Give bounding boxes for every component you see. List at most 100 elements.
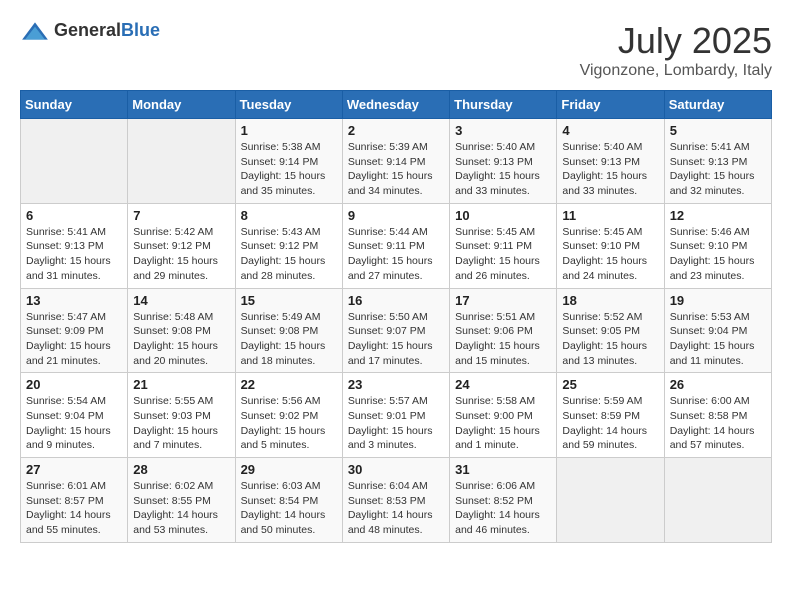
day-number: 20 xyxy=(26,377,122,392)
day-number: 4 xyxy=(562,123,658,138)
day-info: Sunrise: 5:50 AMSunset: 9:07 PMDaylight:… xyxy=(348,310,444,369)
calendar-cell: 2 Sunrise: 5:39 AMSunset: 9:14 PMDaylight… xyxy=(342,119,449,204)
day-number: 11 xyxy=(562,208,658,223)
calendar-cell: 25 Sunrise: 5:59 AMSunset: 8:59 PMDayligh… xyxy=(557,373,664,458)
day-info: Sunrise: 5:41 AMSunset: 9:13 PMDaylight:… xyxy=(670,140,766,199)
calendar-table: SundayMondayTuesdayWednesdayThursdayFrid… xyxy=(20,90,772,543)
calendar-week-4: 20 Sunrise: 5:54 AMSunset: 9:04 PMDayligh… xyxy=(21,373,772,458)
calendar-cell: 8 Sunrise: 5:43 AMSunset: 9:12 PMDaylight… xyxy=(235,203,342,288)
calendar-week-5: 27 Sunrise: 6:01 AMSunset: 8:57 PMDayligh… xyxy=(21,458,772,543)
day-number: 30 xyxy=(348,462,444,477)
calendar-cell: 22 Sunrise: 5:56 AMSunset: 9:02 PMDayligh… xyxy=(235,373,342,458)
day-info: Sunrise: 5:40 AMSunset: 9:13 PMDaylight:… xyxy=(562,140,658,199)
day-info: Sunrise: 5:55 AMSunset: 9:03 PMDaylight:… xyxy=(133,394,229,453)
calendar-cell: 1 Sunrise: 5:38 AMSunset: 9:14 PMDaylight… xyxy=(235,119,342,204)
day-number: 25 xyxy=(562,377,658,392)
calendar-cell: 11 Sunrise: 5:45 AMSunset: 9:10 PMDayligh… xyxy=(557,203,664,288)
day-info: Sunrise: 5:53 AMSunset: 9:04 PMDaylight:… xyxy=(670,310,766,369)
calendar-cell: 13 Sunrise: 5:47 AMSunset: 9:09 PMDayligh… xyxy=(21,288,128,373)
day-number: 18 xyxy=(562,293,658,308)
day-number: 12 xyxy=(670,208,766,223)
day-info: Sunrise: 5:42 AMSunset: 9:12 PMDaylight:… xyxy=(133,225,229,284)
calendar-cell: 6 Sunrise: 5:41 AMSunset: 9:13 PMDaylight… xyxy=(21,203,128,288)
calendar-header-row: SundayMondayTuesdayWednesdayThursdayFrid… xyxy=(21,91,772,119)
day-info: Sunrise: 5:56 AMSunset: 9:02 PMDaylight:… xyxy=(241,394,337,453)
day-number: 17 xyxy=(455,293,551,308)
logo-blue-text: Blue xyxy=(121,20,160,40)
calendar-cell: 23 Sunrise: 5:57 AMSunset: 9:01 PMDayligh… xyxy=(342,373,449,458)
weekday-header-thursday: Thursday xyxy=(450,91,557,119)
day-number: 29 xyxy=(241,462,337,477)
calendar-cell: 26Sunrise: 6:00 AMSunset: 8:58 PMDayligh… xyxy=(664,373,771,458)
calendar-week-1: 1 Sunrise: 5:38 AMSunset: 9:14 PMDaylight… xyxy=(21,119,772,204)
day-number: 3 xyxy=(455,123,551,138)
weekday-header-saturday: Saturday xyxy=(664,91,771,119)
day-number: 5 xyxy=(670,123,766,138)
day-info: Sunrise: 5:48 AMSunset: 9:08 PMDaylight:… xyxy=(133,310,229,369)
day-number: 28 xyxy=(133,462,229,477)
day-number: 19 xyxy=(670,293,766,308)
day-number: 7 xyxy=(133,208,229,223)
calendar-cell xyxy=(128,119,235,204)
weekday-header-sunday: Sunday xyxy=(21,91,128,119)
calendar-cell: 12Sunrise: 5:46 AMSunset: 9:10 PMDayligh… xyxy=(664,203,771,288)
calendar-cell: 3Sunrise: 5:40 AMSunset: 9:13 PMDaylight… xyxy=(450,119,557,204)
day-info: Sunrise: 5:44 AMSunset: 9:11 PMDaylight:… xyxy=(348,225,444,284)
day-info: Sunrise: 6:04 AMSunset: 8:53 PMDaylight:… xyxy=(348,479,444,538)
calendar-cell: 5 Sunrise: 5:41 AMSunset: 9:13 PMDaylight… xyxy=(664,119,771,204)
weekday-header-tuesday: Tuesday xyxy=(235,91,342,119)
calendar-cell: 4 Sunrise: 5:40 AMSunset: 9:13 PMDaylight… xyxy=(557,119,664,204)
calendar-cell xyxy=(21,119,128,204)
logo-general-text: General xyxy=(54,20,121,40)
calendar-cell: 20 Sunrise: 5:54 AMSunset: 9:04 PMDayligh… xyxy=(21,373,128,458)
day-number: 31 xyxy=(455,462,551,477)
calendar-cell: 10 Sunrise: 5:45 AMSunset: 9:11 PMDayligh… xyxy=(450,203,557,288)
logo: GeneralBlue xyxy=(20,20,160,41)
day-number: 27 xyxy=(26,462,122,477)
day-info: Sunrise: 5:59 AMSunset: 8:59 PMDaylight:… xyxy=(562,394,658,453)
day-number: 2 xyxy=(348,123,444,138)
day-info: Sunrise: 5:39 AMSunset: 9:14 PMDaylight:… xyxy=(348,140,444,199)
day-info: Sunrise: 6:03 AMSunset: 8:54 PMDaylight:… xyxy=(241,479,337,538)
day-info: Sunrise: 5:43 AMSunset: 9:12 PMDaylight:… xyxy=(241,225,337,284)
day-number: 8 xyxy=(241,208,337,223)
title-block: July 2025 Vigonzone, Lombardy, Italy xyxy=(580,20,772,80)
calendar-cell: 19 Sunrise: 5:53 AMSunset: 9:04 PMDayligh… xyxy=(664,288,771,373)
month-year-title: July 2025 xyxy=(580,20,772,62)
day-number: 10 xyxy=(455,208,551,223)
day-info: Sunrise: 5:47 AMSunset: 9:09 PMDaylight:… xyxy=(26,310,122,369)
calendar-cell: 31Sunrise: 6:06 AMSunset: 8:52 PMDayligh… xyxy=(450,458,557,543)
day-info: Sunrise: 5:41 AMSunset: 9:13 PMDaylight:… xyxy=(26,225,122,284)
day-info: Sunrise: 5:51 AMSunset: 9:06 PMDaylight:… xyxy=(455,310,551,369)
day-number: 22 xyxy=(241,377,337,392)
day-number: 14 xyxy=(133,293,229,308)
logo-icon xyxy=(20,21,50,41)
calendar-cell: 21Sunrise: 5:55 AMSunset: 9:03 PMDayligh… xyxy=(128,373,235,458)
day-info: Sunrise: 5:49 AMSunset: 9:08 PMDaylight:… xyxy=(241,310,337,369)
day-number: 6 xyxy=(26,208,122,223)
calendar-cell: 27 Sunrise: 6:01 AMSunset: 8:57 PMDayligh… xyxy=(21,458,128,543)
day-info: Sunrise: 5:58 AMSunset: 9:00 PMDaylight:… xyxy=(455,394,551,453)
calendar-cell: 18 Sunrise: 5:52 AMSunset: 9:05 PMDayligh… xyxy=(557,288,664,373)
day-info: Sunrise: 5:54 AMSunset: 9:04 PMDaylight:… xyxy=(26,394,122,453)
calendar-cell: 15Sunrise: 5:49 AMSunset: 9:08 PMDayligh… xyxy=(235,288,342,373)
page-header: GeneralBlue July 2025 Vigonzone, Lombard… xyxy=(20,20,772,80)
day-number: 13 xyxy=(26,293,122,308)
calendar-cell: 28Sunrise: 6:02 AMSunset: 8:55 PMDayligh… xyxy=(128,458,235,543)
weekday-header-monday: Monday xyxy=(128,91,235,119)
day-info: Sunrise: 6:01 AMSunset: 8:57 PMDaylight:… xyxy=(26,479,122,538)
day-info: Sunrise: 5:45 AMSunset: 9:11 PMDaylight:… xyxy=(455,225,551,284)
calendar-cell: 24Sunrise: 5:58 AMSunset: 9:00 PMDayligh… xyxy=(450,373,557,458)
day-number: 1 xyxy=(241,123,337,138)
day-info: Sunrise: 5:38 AMSunset: 9:14 PMDaylight:… xyxy=(241,140,337,199)
day-info: Sunrise: 5:52 AMSunset: 9:05 PMDaylight:… xyxy=(562,310,658,369)
calendar-week-2: 6 Sunrise: 5:41 AMSunset: 9:13 PMDaylight… xyxy=(21,203,772,288)
day-info: Sunrise: 5:45 AMSunset: 9:10 PMDaylight:… xyxy=(562,225,658,284)
day-number: 23 xyxy=(348,377,444,392)
calendar-week-3: 13 Sunrise: 5:47 AMSunset: 9:09 PMDayligh… xyxy=(21,288,772,373)
calendar-cell: 30 Sunrise: 6:04 AMSunset: 8:53 PMDayligh… xyxy=(342,458,449,543)
day-info: Sunrise: 5:57 AMSunset: 9:01 PMDaylight:… xyxy=(348,394,444,453)
day-number: 26 xyxy=(670,377,766,392)
day-number: 9 xyxy=(348,208,444,223)
calendar-cell xyxy=(557,458,664,543)
